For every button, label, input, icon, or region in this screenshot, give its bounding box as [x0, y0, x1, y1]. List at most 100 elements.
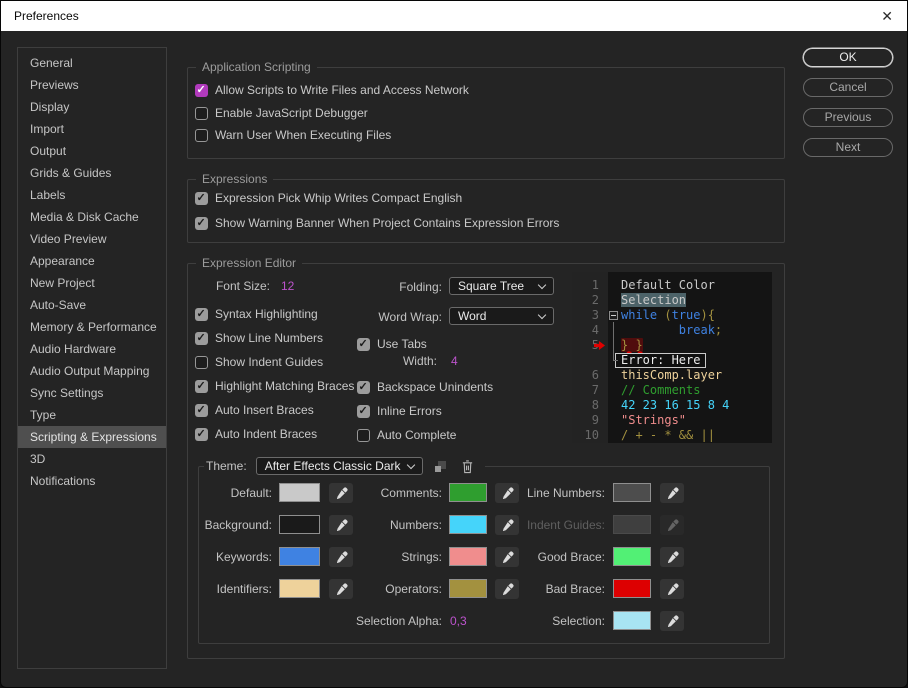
fold-column: [608, 398, 621, 413]
sidebar-item-labels[interactable]: Labels: [18, 184, 166, 206]
line-number: 2: [591, 293, 599, 307]
option-show-warning-banner-when-project-contains-expression-errors[interactable]: Show Warning Banner When Project Contain…: [195, 216, 559, 230]
line-number: 1: [591, 278, 599, 292]
previous-button[interactable]: Previous: [803, 108, 893, 127]
color-label-strings: Strings:: [401, 550, 442, 564]
sidebar-item-3d[interactable]: 3D: [18, 448, 166, 470]
code-token: ;: [714, 323, 723, 337]
option-inline-errors[interactable]: Inline Errors: [357, 404, 442, 418]
option-syntax-highlighting[interactable]: Syntax Highlighting: [195, 307, 318, 321]
color-swatch-bad-brace[interactable]: [613, 579, 651, 598]
checkbox-checked-icon: [195, 83, 208, 97]
line-number: 4: [591, 323, 599, 337]
next-button[interactable]: Next: [803, 138, 893, 157]
color-label-default: Default:: [230, 486, 272, 500]
sidebar-item-audio-hardware[interactable]: Audio Hardware: [18, 338, 166, 360]
sidebar-item-grids-guides[interactable]: Grids & Guides: [18, 162, 166, 184]
color-swatch-good-brace[interactable]: [613, 547, 651, 566]
fold-column: [608, 308, 621, 323]
sidebar-item-general[interactable]: General: [18, 52, 166, 74]
option-highlight-matching-braces[interactable]: Highlight Matching Braces: [195, 379, 354, 393]
code-token: Default Color: [621, 278, 715, 292]
inline-error-row: Error: Here: [572, 353, 772, 368]
cancel-button[interactable]: Cancel: [803, 78, 893, 97]
option-auto-indent-braces[interactable]: Auto Indent Braces: [195, 427, 317, 441]
code-token: ){: [700, 308, 715, 322]
sidebar-item-import[interactable]: Import: [18, 118, 166, 140]
code-line: 3 while (true){: [572, 308, 772, 323]
option-backspace-unindents[interactable]: Backspace Unindents: [357, 380, 493, 394]
eyedropper-icon[interactable]: [660, 611, 684, 631]
code-text: / + - * && ||: [621, 428, 715, 443]
checkbox-checked-icon: [357, 404, 370, 418]
sidebar-item-appearance[interactable]: Appearance: [18, 250, 166, 272]
sidebar-item-display[interactable]: Display: [18, 96, 166, 118]
eyedropper-icon[interactable]: [660, 483, 684, 503]
ok-button[interactable]: OK: [803, 48, 893, 67]
line-number: 6: [591, 368, 599, 382]
code-line: 4 break;: [572, 323, 772, 338]
checkbox-unchecked-icon: [195, 355, 208, 369]
sidebar-item-type[interactable]: Type: [18, 404, 166, 426]
section-application-scripting: Application Scripting Allow Scripts to W…: [187, 60, 785, 159]
theme-value: After Effects Classic Dark: [264, 459, 401, 473]
color-label-line-numbers: Line Numbers:: [526, 486, 605, 500]
option-auto-complete[interactable]: Auto Complete: [357, 428, 456, 442]
fold-marker-icon[interactable]: [609, 311, 618, 320]
sidebar-item-new-project[interactable]: New Project: [18, 272, 166, 294]
theme-dropdown[interactable]: After Effects Classic Dark: [255, 457, 423, 475]
option-label: Enable JavaScript Debugger: [215, 106, 368, 120]
fold-column: [608, 413, 621, 428]
delete-theme-icon[interactable]: [459, 458, 477, 474]
checkbox-checked-icon: [195, 331, 208, 345]
color-swatch-selection[interactable]: [613, 611, 651, 630]
section-title: Expression Editor: [196, 256, 303, 270]
tab-width-value[interactable]: 4: [451, 354, 458, 368]
close-icon[interactable]: ✕: [881, 7, 893, 25]
eyedropper-icon[interactable]: [660, 579, 684, 599]
code-text: // Comments: [621, 383, 700, 398]
line-number: 10: [584, 428, 599, 442]
sidebar-item-audio-output-mapping[interactable]: Audio Output Mapping: [18, 360, 166, 382]
duplicate-theme-icon[interactable]: [432, 458, 450, 474]
option-auto-insert-braces[interactable]: Auto Insert Braces: [195, 403, 314, 417]
option-expression-pick-whip-writes-compact-english[interactable]: Expression Pick Whip Writes Compact Engl…: [195, 191, 462, 205]
sidebar-item-video-preview[interactable]: Video Preview: [18, 228, 166, 250]
code-text: break;: [621, 323, 722, 338]
window-title: Preferences: [14, 9, 79, 23]
option-label: Auto Insert Braces: [215, 403, 314, 417]
sidebar-item-auto-save[interactable]: Auto-Save: [18, 294, 166, 316]
sidebar-item-sync-settings[interactable]: Sync Settings: [18, 382, 166, 404]
sidebar-item-memory-performance[interactable]: Memory & Performance: [18, 316, 166, 338]
sidebar-item-media-disk-cache[interactable]: Media & Disk Cache: [18, 206, 166, 228]
code-line: 8 42 23 16 15 8 4: [572, 398, 772, 413]
code-token: } }: [621, 338, 643, 352]
word-wrap-dropdown[interactable]: Word: [449, 307, 554, 325]
fold-column: [608, 278, 621, 293]
folding-dropdown[interactable]: Square Tree: [449, 277, 554, 295]
option-label: Show Indent Guides: [215, 355, 324, 369]
option-warn-user-when-executing-files[interactable]: Warn User When Executing Files: [195, 128, 391, 142]
eyedropper-icon: [660, 515, 684, 535]
eyedropper-icon[interactable]: [660, 547, 684, 567]
sidebar-item-scripting-expressions[interactable]: Scripting & Expressions: [18, 426, 166, 448]
code-line: 6 thisComp.layer: [572, 368, 772, 383]
code-line: 9 "Strings": [572, 413, 772, 428]
code-text: Default Color: [621, 278, 715, 293]
sidebar-item-previews[interactable]: Previews: [18, 74, 166, 96]
color-swatch-line-numbers[interactable]: [613, 483, 651, 502]
option-show-line-numbers[interactable]: Show Line Numbers: [195, 331, 323, 345]
checkbox-checked-icon: [195, 427, 208, 441]
option-use-tabs[interactable]: Use Tabs: [357, 337, 427, 351]
inline-error-box: Error: Here: [615, 353, 707, 368]
checkbox-unchecked-icon: [357, 428, 370, 442]
sidebar-item-output[interactable]: Output: [18, 140, 166, 162]
checkbox-checked-icon: [357, 337, 370, 351]
tab-width-label: Width:: [402, 354, 437, 368]
fold-line: [613, 322, 614, 360]
option-enable-javascript-debugger[interactable]: Enable JavaScript Debugger: [195, 106, 368, 120]
option-show-indent-guides[interactable]: Show Indent Guides: [195, 355, 323, 369]
option-allow-scripts-to-write-files-and-access-network[interactable]: Allow Scripts to Write Files and Access …: [195, 83, 469, 97]
chevron-down-icon: [537, 280, 547, 290]
font-size-value[interactable]: 12: [281, 279, 294, 293]
